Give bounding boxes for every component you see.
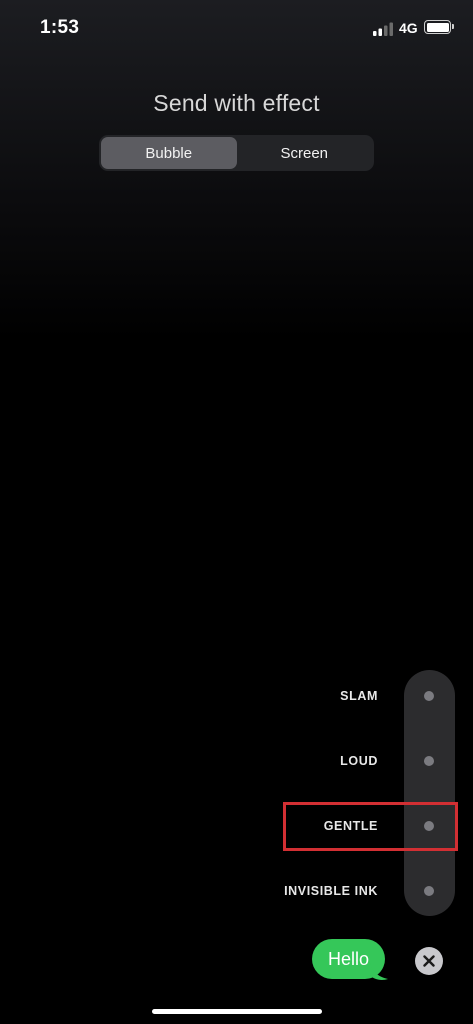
effect-option-slam[interactable]: SLAM (340, 689, 378, 703)
battery-cap (452, 24, 454, 29)
tab-bubble[interactable]: Bubble (101, 137, 237, 169)
network-type: 4G (399, 20, 418, 36)
battery-icon (424, 20, 451, 34)
effect-option-loud[interactable]: LOUD (340, 754, 378, 768)
highlight-box (283, 802, 458, 851)
bubble-tail (370, 963, 388, 980)
effect-slider-dot-slam[interactable] (424, 691, 434, 701)
effect-slider-dot-invisible-ink[interactable] (424, 886, 434, 896)
effect-slider-dot-loud[interactable] (424, 756, 434, 766)
cellular-signal-icon (373, 22, 393, 36)
status-time: 1:53 (40, 17, 80, 38)
message-text: Hello (328, 948, 370, 969)
close-button[interactable] (415, 947, 443, 975)
effect-option-invisible-ink[interactable]: INVISIBLE INK (284, 884, 378, 898)
effect-type-segmented-control: Bubble Screen (99, 135, 374, 171)
close-icon (423, 955, 435, 967)
home-indicator[interactable] (152, 1009, 322, 1014)
status-bar: 1:53 4G (0, 0, 473, 56)
effect-slider-track[interactable] (404, 670, 455, 916)
page-title: Send with effect (153, 90, 320, 116)
tab-screen[interactable]: Screen (237, 137, 373, 169)
